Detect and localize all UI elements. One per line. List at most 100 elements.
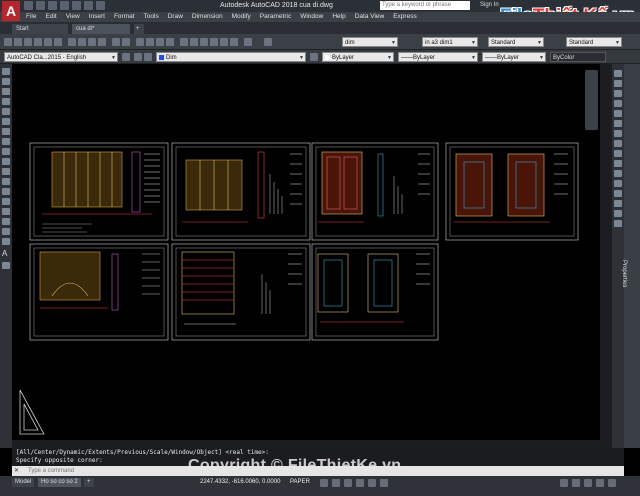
make-block-icon[interactable] [2, 188, 10, 195]
offset-icon[interactable] [614, 100, 622, 107]
customization-icon[interactable] [608, 479, 616, 487]
menu-data-view[interactable]: Data View [355, 12, 385, 22]
save-file-icon[interactable] [24, 38, 32, 46]
menu-file[interactable]: File [26, 12, 36, 22]
menu-insert[interactable]: Insert [89, 12, 105, 22]
hatch-icon[interactable] [2, 208, 10, 215]
open-icon[interactable] [36, 1, 45, 10]
sheet-set-icon[interactable] [210, 38, 218, 46]
close-icon[interactable]: ✕ [14, 467, 19, 474]
erase-icon[interactable] [614, 70, 622, 77]
annotation-scale-icon[interactable] [560, 479, 568, 487]
revision-cloud-icon[interactable] [2, 138, 10, 145]
paste-icon[interactable] [88, 38, 96, 46]
drawing-canvas[interactable] [12, 64, 600, 440]
ellipse-arc-icon[interactable] [2, 168, 10, 175]
break-icon[interactable] [614, 180, 622, 187]
point-icon[interactable] [2, 198, 10, 205]
linetype-dropdown[interactable]: ——ByLayer ▼ [398, 52, 478, 62]
lineweight-dropdown[interactable]: ——ByLayer ▼ [482, 52, 546, 62]
rectangle-icon[interactable] [2, 108, 10, 115]
tool-palettes-icon[interactable] [200, 38, 208, 46]
menu-dimension[interactable]: Dimension [192, 12, 223, 22]
text-style-dropdown[interactable]: Standard ▼ [488, 37, 544, 47]
layer-properties-icon[interactable] [134, 53, 142, 61]
horizontal-scrollbar[interactable] [12, 440, 612, 448]
fillet-icon[interactable] [614, 210, 622, 217]
print-icon[interactable] [34, 38, 42, 46]
region-icon[interactable] [2, 228, 10, 235]
tab-start[interactable]: Start [12, 24, 68, 34]
menu-modify[interactable]: Modify [232, 12, 251, 22]
menu-express[interactable]: Express [393, 12, 416, 22]
menu-parametric[interactable]: Parametric [260, 12, 291, 22]
publish-icon[interactable] [54, 38, 62, 46]
copy-icon[interactable] [78, 38, 86, 46]
osnap-icon[interactable] [368, 479, 376, 487]
layout-tab[interactable]: Ho so co so 2 [38, 478, 81, 487]
workspace-dropdown[interactable]: AutoCAD Cla...2015 - English ▼ [4, 52, 118, 62]
explode-icon[interactable] [614, 220, 622, 227]
open-file-icon[interactable] [14, 38, 22, 46]
properties-icon[interactable] [180, 38, 188, 46]
pan-icon[interactable] [136, 38, 144, 46]
menu-format[interactable]: Format [114, 12, 135, 22]
add-selected-icon[interactable] [2, 262, 10, 269]
arc-icon[interactable] [2, 118, 10, 125]
navigation-bar[interactable] [585, 70, 598, 130]
color-dropdown[interactable]: ByLayer ▼ [322, 52, 394, 62]
search-input[interactable]: Type a keyword or phrase [380, 1, 470, 10]
ellipse-icon[interactable] [2, 158, 10, 165]
design-center-icon[interactable] [190, 38, 198, 46]
save-icon[interactable] [48, 1, 57, 10]
mirror-icon[interactable] [614, 90, 622, 97]
save-as-icon[interactable] [60, 1, 69, 10]
zoom-realtime-icon[interactable] [146, 38, 154, 46]
plot-icon[interactable] [72, 1, 81, 10]
zoom-previous-icon[interactable] [166, 38, 174, 46]
workspace-settings-icon[interactable] [122, 53, 130, 61]
match-properties-icon[interactable] [98, 38, 106, 46]
insert-block-icon[interactable] [2, 178, 10, 185]
sign-in-link[interactable]: Sign In [480, 2, 499, 8]
menu-edit[interactable]: Edit [45, 12, 56, 22]
properties-palette[interactable] [624, 64, 640, 448]
line-icon[interactable] [2, 68, 10, 75]
construction-line-icon[interactable] [2, 78, 10, 85]
extend-icon[interactable] [614, 170, 622, 177]
plot-style-dropdown[interactable]: ByColor [550, 52, 606, 62]
multiline-text-icon[interactable]: A [2, 250, 10, 258]
tab-document[interactable]: cua di* [72, 24, 130, 34]
undo-icon[interactable] [84, 1, 93, 10]
qnew-icon[interactable] [4, 38, 12, 46]
preview-icon[interactable] [44, 38, 52, 46]
copy-object-icon[interactable] [614, 80, 622, 87]
vertical-scrollbar[interactable] [600, 64, 612, 440]
undo-tool-icon[interactable] [112, 38, 120, 46]
markup-icon[interactable] [220, 38, 228, 46]
rotate-icon[interactable] [614, 130, 622, 137]
cut-icon[interactable] [68, 38, 76, 46]
polyline-icon[interactable] [2, 88, 10, 95]
move-icon[interactable] [614, 120, 622, 127]
annotation-scale-dropdown[interactable]: in a3 dim1 ▼ [422, 37, 478, 47]
trim-icon[interactable] [614, 160, 622, 167]
new-icon[interactable] [24, 1, 33, 10]
grid-icon[interactable] [320, 479, 328, 487]
chamfer-icon[interactable] [614, 200, 622, 207]
scale-icon[interactable] [614, 140, 622, 147]
array-icon[interactable] [614, 110, 622, 117]
text-style-icon[interactable] [264, 38, 272, 46]
make-current-icon[interactable] [310, 53, 318, 61]
lineweight-toggle-icon[interactable] [380, 479, 388, 487]
workspace-switch-icon[interactable] [572, 479, 580, 487]
spline-icon[interactable] [2, 148, 10, 155]
quickcalc-icon[interactable] [230, 38, 238, 46]
circle-icon[interactable] [2, 128, 10, 135]
menu-view[interactable]: View [66, 12, 80, 22]
stretch-icon[interactable] [614, 150, 622, 157]
new-tab-button[interactable]: + [134, 24, 144, 34]
redo-tool-icon[interactable] [122, 38, 130, 46]
space-toggle[interactable]: PAPER [290, 479, 310, 485]
table-icon[interactable] [2, 238, 10, 245]
